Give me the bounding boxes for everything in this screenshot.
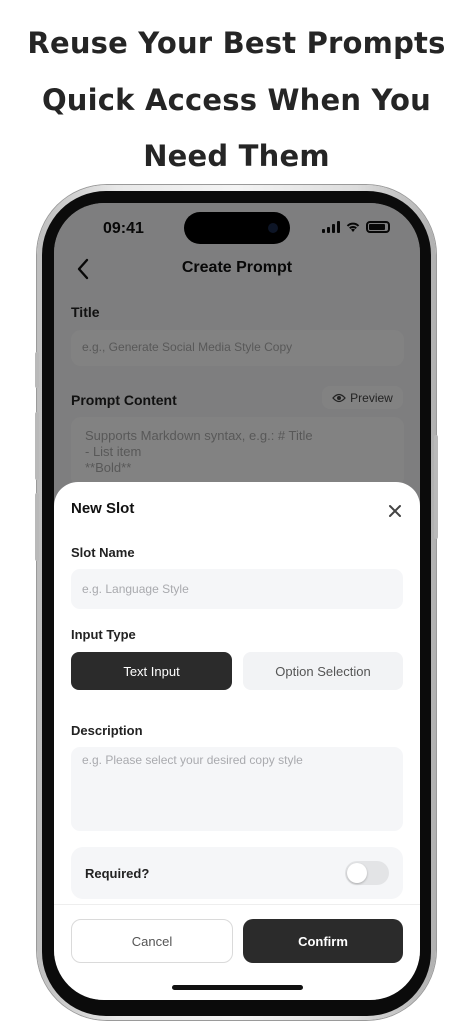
new-slot-sheet: New Slot Slot Name e.g. Language Style I… xyxy=(54,482,420,1000)
text-input-option[interactable]: Text Input xyxy=(71,652,232,690)
dynamic-island xyxy=(184,212,290,244)
page-title: Create Prompt xyxy=(181,259,293,276)
status-icons xyxy=(322,221,390,233)
required-toggle[interactable] xyxy=(345,861,389,885)
phone-side-button xyxy=(35,352,39,388)
phone-side-button xyxy=(434,435,438,539)
placeholder-line: Supports Markdown syntax, e.g.: # Title xyxy=(85,428,313,443)
prompt-content-input[interactable]: Supports Markdown syntax, e.g.: # Title … xyxy=(71,417,404,487)
camera-icon xyxy=(268,223,278,233)
divider xyxy=(54,904,420,905)
title-label: Title xyxy=(71,304,100,320)
phone-side-button xyxy=(35,493,39,561)
cellular-signal-icon xyxy=(322,221,340,233)
placeholder-line: - List item xyxy=(85,444,142,459)
toggle-knob xyxy=(347,863,367,883)
status-time: 09:41 xyxy=(103,220,144,237)
phone-side-button xyxy=(35,412,39,480)
home-indicator xyxy=(172,985,303,990)
battery-icon xyxy=(366,221,390,233)
description-label: Description xyxy=(71,723,143,738)
title-input[interactable]: e.g., Generate Social Media Style Copy xyxy=(71,330,404,366)
close-button[interactable] xyxy=(388,496,402,524)
headline-line-1: Reuse Your Best Prompts xyxy=(27,26,446,60)
sheet-title: New Slot xyxy=(71,500,135,517)
preview-button[interactable]: Preview xyxy=(322,386,403,409)
placeholder-line: **Bold** xyxy=(85,460,132,475)
phone-screen: 09:41 Create Prompt Title e.g., Generate… xyxy=(54,203,420,1000)
headline-line-2: Quick Access When You xyxy=(41,83,432,117)
required-label: Required? xyxy=(85,866,150,881)
preview-label: Preview xyxy=(350,390,393,405)
slot-name-label: Slot Name xyxy=(71,545,135,560)
eye-icon xyxy=(332,393,347,402)
required-row: Required? xyxy=(71,847,403,899)
description-input[interactable]: e.g. Please select your desired copy sty… xyxy=(71,747,403,831)
close-icon xyxy=(389,505,401,517)
wifi-icon xyxy=(346,222,360,232)
cancel-button[interactable]: Cancel xyxy=(71,919,233,963)
slot-name-input[interactable]: e.g. Language Style xyxy=(71,569,403,609)
headline-line-3: Need Them xyxy=(143,139,330,173)
input-type-label: Input Type xyxy=(71,627,136,642)
confirm-button[interactable]: Confirm xyxy=(243,919,403,963)
prompt-content-label: Prompt Content xyxy=(71,392,177,408)
option-selection-option[interactable]: Option Selection xyxy=(243,652,403,690)
